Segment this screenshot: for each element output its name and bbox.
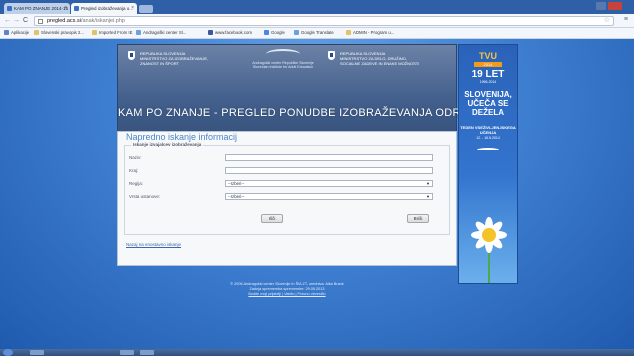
bookmark-label: ADMIN - Program u... [353, 30, 395, 35]
regija-row: Regija: --Izberi-- ▼ [129, 180, 445, 187]
dropdown-caret-icon: ▼ [426, 194, 430, 199]
folder-icon [92, 30, 97, 35]
bookmark-label: Aplikacije [11, 30, 30, 35]
bookmark-translate[interactable]: Google Translate [294, 30, 334, 35]
acs-symbol-icon [266, 49, 300, 59]
taskbar-item[interactable] [140, 350, 154, 355]
bookmark-star-icon[interactable]: ☆ [604, 16, 610, 24]
minimize-window-button[interactable] [596, 2, 606, 10]
tvu-range: 1996-2014 [479, 80, 497, 84]
tvu-logo: TVU [479, 51, 497, 61]
os-taskbar [0, 349, 634, 356]
bookmark-imported[interactable]: Imported From IE [92, 30, 132, 35]
naziv-row: Naziv: [129, 154, 445, 161]
coat-of-arms-icon [328, 51, 335, 60]
tvu-anniversary: 19 LET [471, 69, 505, 80]
kraj-row: Kraj: [129, 167, 445, 174]
close-tab-icon[interactable]: × [131, 5, 134, 11]
facebook-icon [208, 30, 213, 35]
regija-select[interactable]: --Izberi-- ▼ [225, 180, 433, 187]
panel-heading: Napredno iskanje informacij [126, 132, 238, 142]
bookmark-label: Andragoški center Sl... [143, 30, 187, 35]
close-window-button[interactable] [608, 2, 622, 10]
browser-tab-1[interactable]: KAM PO ZNANJE 2014-15 × [4, 3, 70, 14]
bookmark-label: Slovenski pravopis 2... [41, 30, 84, 35]
bird-icon [477, 148, 499, 152]
new-tab-button[interactable] [139, 5, 153, 13]
dropdown-caret-icon: ▼ [426, 181, 430, 186]
bookmark-google[interactable]: Google [264, 30, 285, 35]
vrsta-selected: --Izberi-- [228, 194, 245, 199]
tab-favicon-icon [74, 6, 79, 11]
ministry-labour-logo: REPUBLIKA SLOVENIJA MINISTRSTVO ZA DELO,… [340, 51, 420, 66]
menu-icon[interactable]: ≡ [624, 16, 628, 23]
kraj-input[interactable] [225, 167, 433, 174]
simple-search-link[interactable]: Nazaj na enostavno iskanje [126, 242, 181, 247]
fieldset-legend: Iskanje izvajalcev izobraževanja [131, 142, 204, 147]
acs-logo: Andragoški center Republike Slovenije Sl… [248, 49, 318, 69]
kraj-label: Kraj: [129, 168, 139, 173]
url-path: /anak/iskanjei.php [80, 18, 125, 24]
back-arrow-icon[interactable]: ← [4, 16, 11, 26]
page-viewport: REPUBLIKA SLOVENIJA MINISTRSTVO ZA IZOBR… [0, 39, 634, 349]
browser-toolbar: ← → C pregled.acs.si/anak/iskanjei.php ☆… [0, 14, 634, 28]
bookmark-admin[interactable]: ADMIN - Program u... [346, 30, 394, 35]
page-icon [34, 30, 39, 35]
vrsta-row: Vrsta ustanove: --Izberi-- ▼ [129, 193, 445, 200]
ministry-education-logo: REPUBLIKA SLOVENIJA MINISTRSTVO ZA IZOBR… [140, 51, 209, 66]
coat-of-arms-icon [128, 51, 135, 60]
regija-selected: --Izberi-- [228, 181, 245, 186]
search-fieldset: Iskanje izvajalcev izobraževanja Naziv: … [124, 142, 450, 235]
site-icon [136, 30, 141, 35]
reload-icon[interactable]: C [23, 16, 28, 26]
translate-icon [294, 30, 299, 35]
bookmarks-bar: Aplikacije Slovenski pravopis 2... Impor… [0, 28, 634, 39]
tvu-slogan: SLOVENIJA, UČEČA SE DEŽELA [464, 90, 512, 117]
address-bar[interactable]: pregled.acs.si/anak/iskanjei.php [34, 16, 614, 26]
bookmark-label: Google [271, 30, 285, 35]
vrsta-label: Vrsta ustanove: [129, 194, 161, 199]
naziv-label: Naziv: [129, 155, 142, 160]
vrsta-select[interactable]: --Izberi-- ▼ [225, 193, 433, 200]
start-button[interactable] [3, 349, 13, 356]
bookmark-label: Google Translate [301, 30, 334, 35]
tab-favicon-icon [7, 6, 12, 11]
tvu-year: 2014 [474, 62, 502, 67]
tvu-promo-banner[interactable]: TVU 2014 19 LET 1996-2014 SLOVENIJA, UČE… [458, 44, 518, 284]
page-footer: © 2006 Andragoški center Slovenije in ŠI… [117, 282, 457, 297]
bookmark-pravopis[interactable]: Slovenski pravopis 2... [34, 30, 84, 35]
regija-label: Regija: [129, 181, 144, 186]
search-button[interactable]: Išči [261, 214, 283, 223]
flower-icon [469, 215, 509, 283]
footer-links[interactable]: Bodite moji prijatelji | Vabilo | Pravno… [117, 292, 457, 297]
site-header-banner: REPUBLIKA SLOVENIJA MINISTRSTVO ZA IZOBR… [117, 44, 495, 132]
browser-tab-2[interactable]: Pregled izobraževanja o... × [71, 3, 137, 14]
bookmark-label: www.facebook.com [215, 30, 253, 35]
naziv-input[interactable] [225, 154, 433, 161]
taskbar-item[interactable] [120, 350, 134, 355]
tvu-dates: 12. - 16.5.2014 [476, 136, 500, 140]
clear-button[interactable]: Briši [407, 214, 429, 223]
url-host: pregled.acs.si [47, 18, 81, 24]
bookmark-facebook[interactable]: www.facebook.com [208, 30, 252, 35]
taskbar-item[interactable] [30, 350, 44, 355]
close-tab-icon[interactable]: × [64, 5, 67, 11]
acs-logo-subtext: Slovenian Institute for Adult Education [252, 65, 314, 69]
page-title: KAM PO ZNANJE - PREGLED PONUDBE IZOBRAŽE… [118, 107, 495, 119]
search-panel: Napredno iskanje informacij Iskanje izva… [117, 131, 457, 266]
bookmark-apps[interactable]: Aplikacije [4, 30, 29, 35]
tvu-week-title: TEDEN VSEŽIVLJENJSKEGA UČENJA [460, 125, 516, 135]
page-icon [346, 30, 351, 35]
forward-arrow-icon[interactable]: → [13, 16, 20, 26]
google-icon [264, 30, 269, 35]
bookmark-acs[interactable]: Andragoški center Sl... [136, 30, 186, 35]
bookmark-label: Imported From IE [99, 30, 133, 35]
browser-tab-bar: KAM PO ZNANJE 2014-15 × Pregled izobraže… [0, 0, 634, 14]
apps-icon [4, 30, 9, 35]
page-icon [38, 19, 43, 24]
tab-label: KAM PO ZNANJE 2014-15 [14, 6, 69, 11]
tab-label: Pregled izobraževanja o... [81, 6, 134, 11]
